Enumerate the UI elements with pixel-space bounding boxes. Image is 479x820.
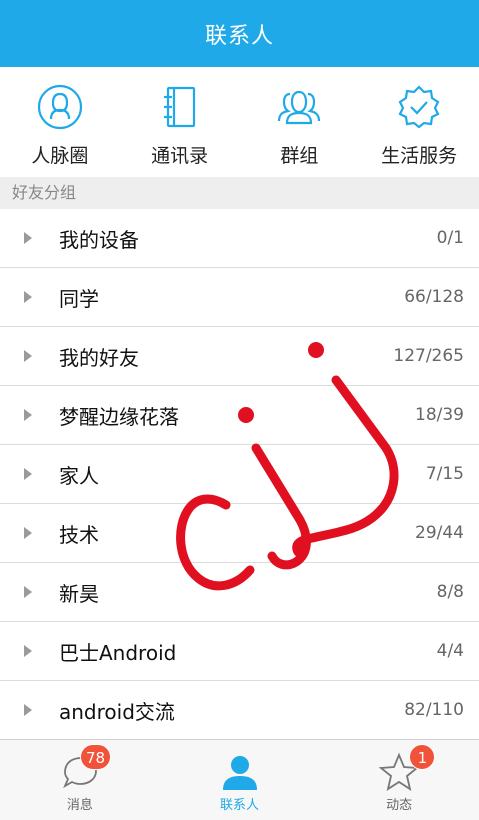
- person-icon: [222, 756, 257, 790]
- shortcut-label: 生活服务: [381, 145, 458, 167]
- tab-label: 消息: [66, 798, 93, 813]
- group-count: 66/128: [404, 287, 464, 307]
- shortcut-address-book[interactable]: 通讯录: [120, 67, 240, 177]
- expand-arrow-icon: [24, 586, 32, 598]
- group-name: 梦醒边缘花落: [59, 404, 179, 429]
- unread-badge: 78: [80, 744, 112, 770]
- group-name: android交流: [59, 699, 175, 724]
- shortcut-label: 群组: [280, 145, 319, 167]
- tab-label: 动态: [386, 798, 413, 813]
- tab-contacts[interactable]: 联系人: [160, 740, 320, 820]
- expand-arrow-icon: [24, 645, 32, 657]
- shortcut-bar: 人脉圈 通讯录 群组 生活服务: [0, 67, 479, 177]
- tab-moments[interactable]: 动态 1: [319, 740, 479, 820]
- group-row-tech[interactable]: 技术 29/44: [0, 504, 479, 563]
- group-name: 巴士Android: [59, 640, 177, 665]
- friend-group-list: 我的设备 0/1 同学 66/128 我的好友 127/265 梦醒边缘花落 1…: [0, 209, 479, 740]
- group-name: 技术: [59, 522, 99, 547]
- expand-arrow-icon: [24, 232, 32, 244]
- expand-arrow-icon: [24, 291, 32, 303]
- group-row-my-friends[interactable]: 我的好友 127/265: [0, 327, 479, 386]
- expand-arrow-icon: [24, 350, 32, 362]
- group-row-my-devices[interactable]: 我的设备 0/1: [0, 209, 479, 268]
- group-count: 18/39: [415, 405, 464, 425]
- group-count: 29/44: [415, 523, 464, 543]
- group-name: 家人: [59, 463, 99, 488]
- page-title: 联系人: [204, 23, 274, 49]
- group-row-dream[interactable]: 梦醒边缘花落 18/39: [0, 386, 479, 445]
- shortcut-label: 通讯录: [151, 145, 209, 167]
- expand-arrow-icon: [24, 468, 32, 480]
- group-icon: [278, 90, 321, 125]
- group-name: 同学: [59, 286, 99, 311]
- group-count: 82/110: [404, 700, 464, 720]
- group-name: 我的好友: [59, 345, 139, 370]
- title-bar: 联系人: [0, 0, 479, 67]
- verified-badge-icon: [398, 85, 440, 129]
- group-row-bus-android[interactable]: 巴士Android 4/4: [0, 622, 479, 681]
- group-count: 0/1: [436, 228, 464, 248]
- group-count: 7/15: [425, 464, 464, 484]
- expand-arrow-icon: [24, 409, 32, 421]
- group-name: 我的设备: [59, 227, 139, 252]
- group-row-android-exchange[interactable]: android交流 82/110: [0, 681, 479, 740]
- unread-badge: 1: [409, 744, 436, 770]
- group-row-classmates[interactable]: 同学 66/128: [0, 268, 479, 327]
- group-name: 新昊: [59, 581, 99, 606]
- shortcut-life-services[interactable]: 生活服务: [359, 67, 479, 177]
- group-row-xinhao[interactable]: 新昊 8/8: [0, 563, 479, 622]
- expand-arrow-icon: [24, 704, 32, 716]
- bottom-tab-bar: 消息 78 联系人 动态 1: [0, 739, 479, 820]
- shortcut-groups[interactable]: 群组: [240, 67, 360, 177]
- groups-section-header: 好友分组: [0, 177, 479, 209]
- group-row-family[interactable]: 家人 7/15: [0, 445, 479, 504]
- tab-messages[interactable]: 消息 78: [0, 740, 160, 820]
- shortcut-network-circle[interactable]: 人脉圈: [0, 67, 120, 177]
- address-book-icon: [163, 86, 195, 128]
- expand-arrow-icon: [24, 527, 32, 539]
- person-circle-icon: [37, 84, 82, 130]
- group-count: 127/265: [393, 346, 464, 366]
- group-count: 8/8: [436, 582, 464, 602]
- tab-label: 联系人: [220, 798, 260, 813]
- group-count: 4/4: [436, 641, 464, 661]
- shortcut-label: 人脉圈: [31, 145, 89, 167]
